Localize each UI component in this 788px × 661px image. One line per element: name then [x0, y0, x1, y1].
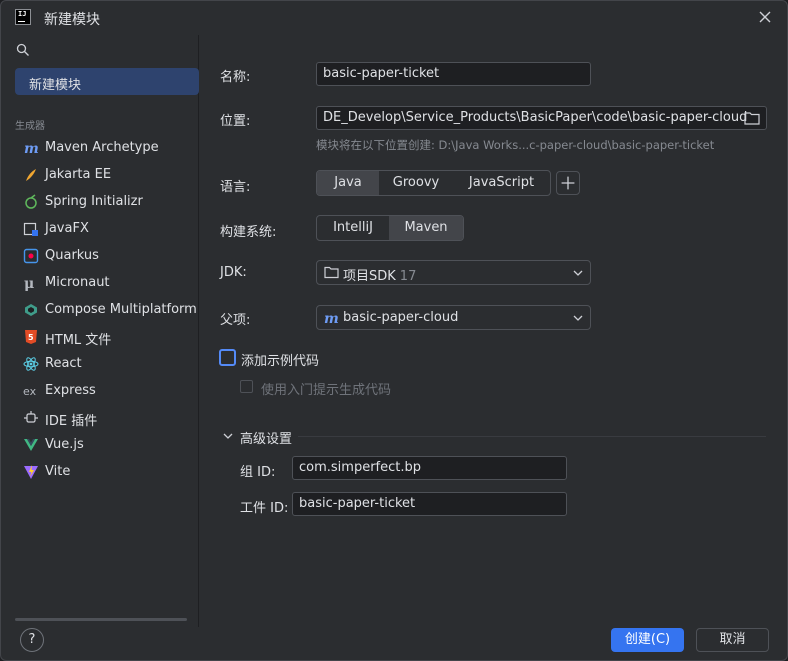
generator-micronaut[interactable]: μ Micronaut — [23, 272, 199, 294]
generator-jakarta-ee[interactable]: Jakarta EE — [23, 164, 199, 186]
build-intellij[interactable]: IntelliJ — [317, 216, 389, 240]
group-id-label: 组 ID: — [240, 465, 276, 480]
location-value: DE_Develop\Service_Products\BasicPaper\c… — [323, 110, 748, 125]
jakarta-ee-icon — [26, 169, 36, 181]
generator-compose-multiplatform[interactable]: Compose Multiplatform — [23, 299, 199, 321]
build-system-label: 构建系统: — [220, 225, 277, 240]
quarkus-icon — [23, 248, 39, 264]
sidebar-item-new-module[interactable]: 新建模块 — [15, 68, 199, 95]
html5-icon: 5 — [25, 330, 37, 344]
parent-value: basic-paper-cloud — [343, 310, 459, 325]
generator-ide-plugin[interactable]: IDE 插件 — [23, 407, 199, 429]
sample-code-label: 添加示例代码 — [241, 354, 320, 369]
language-javascript[interactable]: JavaScript — [453, 171, 550, 195]
artifact-id-input[interactable]: basic-paper-ticket — [292, 492, 567, 516]
intellij-app-icon: IJ — [15, 9, 31, 25]
onboarding-tips-label: 使用入门提示生成代码 — [261, 383, 392, 398]
folder-icon — [324, 266, 339, 279]
generator-html-file[interactable]: 5 HTML 文件 — [23, 326, 199, 348]
chevron-down-icon — [573, 270, 583, 276]
build-maven[interactable]: Maven — [389, 216, 463, 240]
parent-dropdown[interactable]: m basic-paper-cloud — [316, 305, 591, 330]
advanced-divider — [298, 436, 766, 437]
react-icon — [23, 357, 39, 371]
language-java[interactable]: Java — [317, 171, 379, 195]
express-icon: ex — [23, 385, 37, 398]
name-input[interactable]: basic-paper-ticket — [316, 62, 591, 86]
language-selector: Java Groovy JavaScript — [316, 170, 551, 196]
name-label: 名称: — [220, 70, 251, 85]
vue-icon — [24, 439, 38, 451]
location-label: 位置: — [220, 114, 251, 129]
jdk-label: JDK: — [220, 265, 247, 280]
onboarding-tips-checkbox — [240, 380, 253, 393]
add-language-button[interactable] — [556, 171, 580, 195]
generator-maven-archetype[interactable]: m Maven Archetype — [23, 137, 199, 159]
jdk-version: 17 — [399, 269, 417, 284]
micronaut-icon: μ — [24, 276, 34, 291]
advanced-settings-toggle[interactable]: 高级设置 — [240, 428, 292, 447]
new-module-dialog: IJ 新建模块 新建模块 生成器 m Maven Archetype Jakar… — [0, 0, 788, 661]
search-icon[interactable] — [16, 43, 30, 57]
parent-label: 父项: — [220, 313, 251, 328]
help-button[interactable]: ? — [20, 628, 44, 652]
jdk-dropdown[interactable]: 项目SDK 17 — [316, 260, 591, 285]
generator-spring-initializr[interactable]: Spring Initializr — [23, 191, 199, 213]
sidebar: 新建模块 生成器 m Maven Archetype Jakarta EE Sp… — [1, 35, 199, 627]
sidebar-item-label: 新建模块 — [29, 78, 82, 93]
svg-text:5: 5 — [28, 333, 34, 342]
generator-vuejs[interactable]: Vue.js — [23, 434, 199, 456]
generator-quarkus[interactable]: Quarkus — [23, 245, 199, 267]
svg-text:m: m — [24, 141, 39, 156]
language-label: 语言: — [220, 180, 251, 195]
generator-vite[interactable]: Vite — [23, 461, 199, 483]
dialog-title: 新建模块 — [44, 12, 100, 28]
group-id-input[interactable]: com.simperfect.bp — [292, 456, 567, 480]
spring-icon — [25, 194, 37, 209]
svg-text:ex: ex — [23, 385, 37, 398]
language-groovy[interactable]: Groovy — [379, 171, 453, 195]
create-button[interactable]: 创建(C) — [611, 628, 684, 652]
chevron-down-icon[interactable] — [223, 431, 233, 441]
compose-icon — [25, 304, 37, 316]
svg-text:μ: μ — [24, 276, 34, 291]
artifact-id-label: 工件 ID: — [240, 501, 289, 516]
sidebar-scrollbar[interactable] — [15, 618, 187, 621]
generator-javafx[interactable]: JavaFX — [23, 218, 199, 240]
generator-express[interactable]: ex Express — [23, 380, 199, 402]
vite-icon — [24, 465, 38, 479]
build-system-selector: IntelliJ Maven — [316, 215, 464, 241]
cancel-button[interactable]: 取消 — [696, 628, 769, 652]
location-hint: 模块将在以下位置创建: D:\Java Works...c-paper-clou… — [316, 138, 715, 152]
svg-text:m: m — [324, 311, 339, 326]
generators-heading: 生成器 — [15, 121, 45, 132]
title-bar: IJ 新建模块 — [1, 1, 787, 35]
chevron-down-icon — [573, 315, 583, 321]
close-icon[interactable] — [756, 8, 774, 26]
maven-icon: m — [324, 311, 339, 326]
jdk-name: 项目SDK — [343, 269, 396, 284]
plugin-icon — [24, 411, 38, 423]
location-input[interactable]: DE_Develop\Service_Products\BasicPaper\c… — [316, 106, 767, 130]
maven-icon: m — [24, 141, 39, 156]
folder-icon[interactable] — [744, 111, 760, 125]
javafx-icon — [23, 222, 38, 236]
sample-code-checkbox[interactable] — [219, 349, 236, 366]
generator-react[interactable]: React — [23, 353, 199, 375]
